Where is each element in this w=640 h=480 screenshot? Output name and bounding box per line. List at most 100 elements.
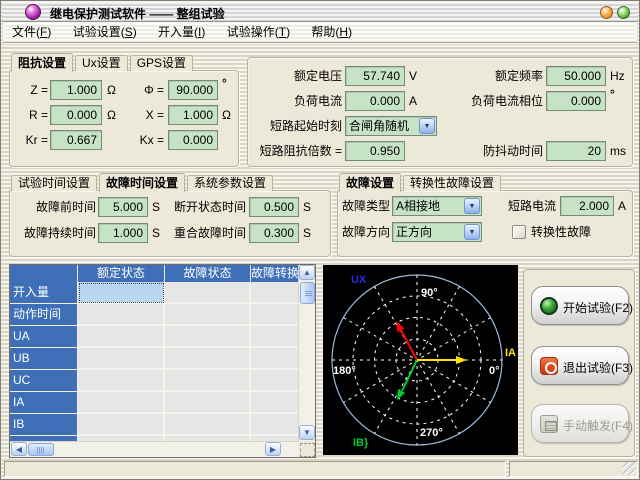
row-header[interactable]: IB: [10, 414, 78, 436]
short-start-dropdown[interactable]: 合闸角随机 ▼: [345, 116, 437, 136]
reclose-fault-field[interactable]: 0.300: [249, 223, 299, 243]
menu-bar: 文件(F) 试验设置(S) 开入量(I) 试验操作(T) 帮助(H): [3, 23, 637, 43]
menu-binary-input[interactable]: 开入量(I): [149, 23, 214, 42]
table-cell[interactable]: [78, 304, 165, 326]
vertical-scroll-thumb[interactable]: [300, 282, 315, 304]
table-cell[interactable]: [165, 370, 251, 392]
row-header[interactable]: UB: [10, 348, 78, 370]
table-cell[interactable]: [165, 414, 251, 436]
phasor-svg: 90° 180° 0° 270° UX IA IB}: [323, 265, 518, 455]
scroll-right-icon[interactable]: ▶: [265, 442, 281, 456]
load-phase-field[interactable]: 0.000: [546, 91, 606, 111]
manual-trigger-button[interactable]: 手动触发(F4): [531, 404, 629, 443]
table-cell[interactable]: [165, 304, 251, 326]
row-header[interactable]: IA: [10, 392, 78, 414]
tab-impedance-settings[interactable]: 阻抗设置: [11, 53, 73, 72]
chevron-down-icon[interactable]: ▼: [419, 118, 435, 134]
row-header[interactable]: 动作时间: [10, 304, 78, 326]
tab-test-time[interactable]: 试验时间设置: [11, 175, 97, 191]
horizontal-scroll-thumb[interactable]: [28, 443, 54, 456]
menu-help[interactable]: 帮助(H): [302, 23, 361, 42]
tab-fault-time[interactable]: 故障时间设置: [99, 173, 185, 192]
label-ia: IA: [505, 347, 516, 359]
tab-system-params[interactable]: 系统参数设置: [187, 175, 273, 191]
phi-field[interactable]: 90.000: [168, 80, 218, 100]
z-field[interactable]: 1.000: [50, 80, 102, 100]
table-row: UA: [10, 326, 298, 348]
rated-freq-field[interactable]: 50.000: [546, 66, 606, 86]
results-table: 额定状态 故障状态 故障转换 开入量 动作时间 UA: [9, 264, 316, 458]
load-current-field[interactable]: 0.000: [345, 91, 405, 111]
r-field[interactable]: 0.000: [50, 105, 102, 125]
table-cell[interactable]: [251, 348, 298, 370]
column-header-fault-state[interactable]: 故障状态: [165, 265, 251, 282]
exit-test-button[interactable]: 退出试验(F3): [531, 346, 629, 385]
impedance-tabs: 阻抗设置 Ux设置 GPS设置: [11, 53, 195, 71]
x-field[interactable]: 1.000: [168, 105, 218, 125]
scroll-down-icon[interactable]: ▼: [299, 425, 315, 440]
table-cell[interactable]: [165, 282, 251, 304]
vector-red: [401, 330, 417, 360]
table-cell[interactable]: [78, 370, 165, 392]
fault-type-dropdown[interactable]: A相接地 ▼: [392, 196, 482, 216]
phi-unit: °: [222, 77, 227, 91]
convert-fault-checkbox[interactable]: [512, 225, 526, 239]
table-cell[interactable]: [251, 304, 298, 326]
load-current-label: 负荷电流: [248, 91, 342, 111]
impedance-mult-field[interactable]: 0.950: [345, 141, 405, 161]
open-state-field[interactable]: 0.500: [249, 197, 299, 217]
table-cell[interactable]: [165, 348, 251, 370]
row-header[interactable]: UA: [10, 326, 78, 348]
table-cell[interactable]: [78, 326, 165, 348]
table-cell[interactable]: [165, 326, 251, 348]
table-cell[interactable]: [251, 370, 298, 392]
vertical-scrollbar[interactable]: ▲ ▼: [298, 265, 315, 441]
table-row: IA: [10, 392, 298, 414]
table-cell[interactable]: [78, 414, 165, 436]
table-cell[interactable]: [251, 414, 298, 436]
short-current-field[interactable]: 2.000: [560, 196, 614, 216]
table-cell-selected[interactable]: [78, 282, 165, 304]
table-cell[interactable]: [78, 348, 165, 370]
minimize-button[interactable]: [600, 6, 613, 19]
fault-direction-dropdown[interactable]: 正方向 ▼: [392, 222, 482, 242]
table-cell[interactable]: [251, 326, 298, 348]
resize-grip[interactable]: [623, 462, 636, 475]
tab-fault-settings[interactable]: 故障设置: [339, 173, 401, 192]
system-menu-icon[interactable]: [25, 4, 41, 20]
kr-field[interactable]: 0.667: [50, 130, 102, 150]
horizontal-scrollbar[interactable]: ◀ ▶: [10, 441, 299, 457]
row-header[interactable]: 开入量: [10, 282, 78, 304]
z-label: Z =: [14, 80, 48, 100]
debounce-label: 防抖动时间: [438, 141, 543, 161]
rated-voltage-field[interactable]: 57.740: [345, 66, 405, 86]
table-cell[interactable]: [78, 392, 165, 414]
angle-label-180: 180°: [333, 365, 356, 377]
open-state-unit: S: [303, 197, 311, 217]
debounce-field[interactable]: 20: [546, 141, 606, 161]
scroll-up-icon[interactable]: ▲: [299, 265, 315, 280]
chevron-down-icon[interactable]: ▼: [464, 198, 480, 214]
menu-test-operation[interactable]: 试验操作(T): [218, 23, 299, 42]
column-header-rated-state[interactable]: 额定状态: [78, 265, 165, 282]
fault-tab-control: 故障设置 转换性故障设置 故障类型 A相接地 ▼ 短路电流 2.000 A 故障…: [337, 173, 633, 257]
fault-duration-field[interactable]: 1.000: [98, 223, 148, 243]
menu-file[interactable]: 文件(F): [3, 23, 60, 42]
table-cell[interactable]: [165, 392, 251, 414]
menu-test-settings[interactable]: 试验设置(S): [64, 23, 146, 42]
exit-test-label: 退出试验(F3): [563, 359, 633, 376]
pre-fault-field[interactable]: 5.000: [98, 197, 148, 217]
close-button[interactable]: [617, 6, 630, 19]
column-header-fault-convert[interactable]: 故障转换: [251, 265, 298, 282]
row-header[interactable]: UC: [10, 370, 78, 392]
chevron-down-icon[interactable]: ▼: [464, 224, 480, 240]
table-cell[interactable]: [251, 282, 298, 304]
start-test-button[interactable]: 开始试验(F2): [531, 286, 629, 325]
start-test-icon: [540, 297, 558, 315]
kx-field[interactable]: 0.000: [168, 130, 218, 150]
tab-gps-settings[interactable]: GPS设置: [130, 55, 193, 71]
table-cell[interactable]: [251, 392, 298, 414]
scroll-left-icon[interactable]: ◀: [11, 442, 27, 456]
tab-ux-settings[interactable]: Ux设置: [75, 55, 128, 71]
tab-convert-fault-settings[interactable]: 转换性故障设置: [403, 175, 501, 191]
